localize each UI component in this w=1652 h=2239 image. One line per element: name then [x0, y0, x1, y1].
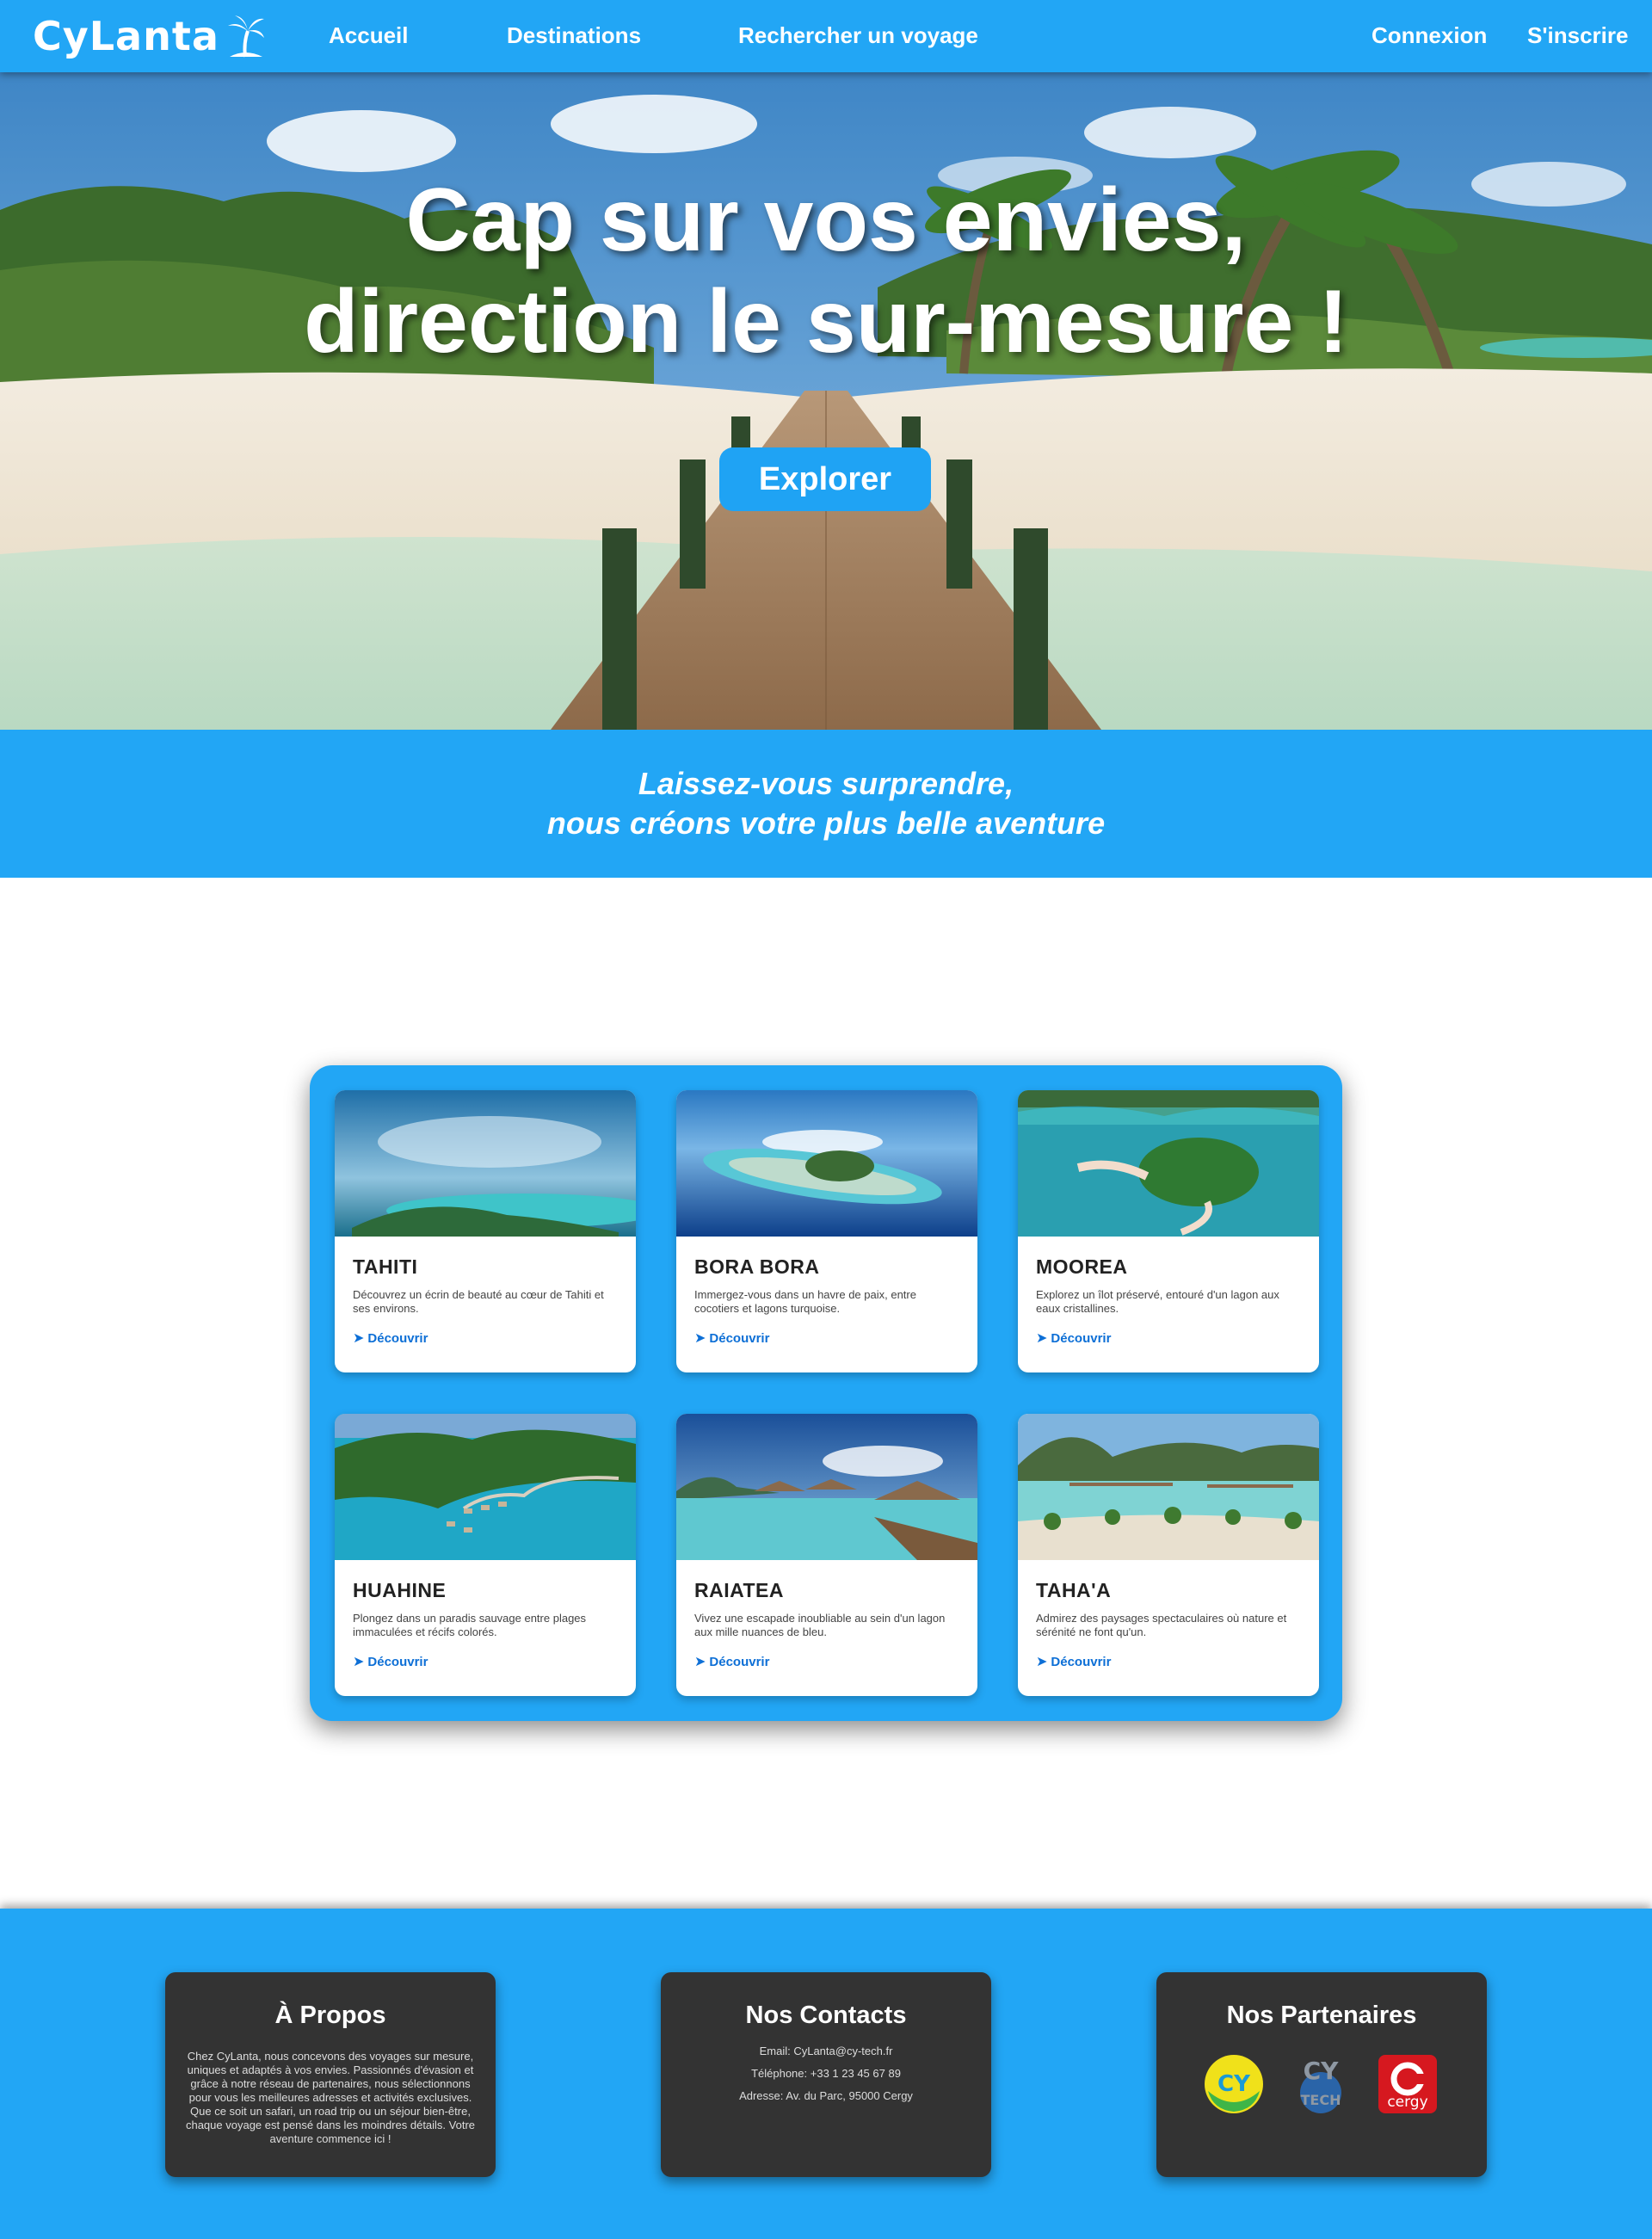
partners-box: Nos Partenaires CY CY TECH cergy [1156, 1972, 1487, 2177]
hero-title-line1: Cap sur vos envies, [405, 170, 1247, 270]
svg-text:TECH: TECH [1301, 2092, 1341, 2108]
contact-email[interactable]: Email: CyLanta@cy-tech.fr [661, 2045, 991, 2057]
discover-link[interactable]: ➤ Découvrir [1036, 1653, 1111, 1670]
contacts-title: Nos Contacts [745, 2002, 907, 2029]
arrow-right-icon: ➤ [694, 1331, 706, 1346]
contact-phone[interactable]: Téléphone: +33 1 23 45 67 89 [661, 2067, 991, 2080]
destination-card-raiatea[interactable]: RAIATEA Vivez une escapade inoubliable a… [676, 1414, 977, 1696]
tahiti-image [335, 1090, 636, 1237]
destination-card-tahiti[interactable]: TAHITI Découvrez un écrin de beauté au c… [335, 1090, 636, 1372]
discover-link-label: Découvrir [1051, 1655, 1112, 1669]
hero-title-line2: direction le sur-mesure ! [304, 272, 1348, 372]
card-description: Explorez un îlot préservé, entouré d'un … [1036, 1288, 1279, 1315]
about-box: À Propos Chez CyLanta, nous concevons de… [165, 1972, 496, 2177]
navbar: CyLanta Accueil Destinations Rechercher … [0, 0, 1652, 72]
explore-button[interactable]: Explorer [719, 447, 931, 511]
nav-link-destinations[interactable]: Destinations [507, 22, 641, 49]
brand-name: CyLanta [33, 13, 219, 59]
svg-text:CY: CY [1217, 2071, 1251, 2097]
discover-link-label: Découvrir [709, 1655, 770, 1669]
cergy-logo[interactable]: cergy [1377, 2053, 1439, 2115]
card-title: TAHITI [353, 1255, 418, 1278]
partners-title: Nos Partenaires [1226, 2002, 1417, 2029]
discover-link[interactable]: ➤ Découvrir [1036, 1329, 1111, 1347]
cy-logo[interactable]: CY [1203, 2053, 1265, 2115]
palm-tree-icon [227, 15, 264, 58]
arrow-right-icon: ➤ [694, 1655, 706, 1669]
tagline-line1: Laissez-vous surprendre, [638, 766, 1014, 801]
signup-link[interactable]: S'inscrire [1527, 22, 1628, 49]
card-title: RAIATEA [694, 1579, 785, 1601]
card-title: HUAHINE [353, 1579, 447, 1601]
huahine-image [335, 1414, 636, 1560]
card-description: Admirez des paysages spectaculaires où n… [1036, 1612, 1287, 1638]
svg-text:CY: CY [1304, 2057, 1340, 2085]
card-description: Découvrez un écrin de beauté au cœur de … [353, 1288, 604, 1315]
cy-tech-logo[interactable]: CY TECH [1290, 2053, 1352, 2115]
moorea-image [1018, 1090, 1319, 1237]
card-description: Vivez une escapade inoubliable au sein d… [694, 1612, 946, 1638]
tagline-banner: Laissez-vous surprendre, nous créons vot… [0, 730, 1652, 878]
raiatea-image [676, 1414, 977, 1560]
discover-link[interactable]: ➤ Découvrir [694, 1653, 769, 1670]
destination-card-bora-bora[interactable]: BORA BORA Immergez-vous dans un havre de… [676, 1090, 977, 1372]
nav-link-accueil[interactable]: Accueil [329, 22, 409, 49]
discover-link-label: Découvrir [1051, 1331, 1112, 1346]
card-description: Plongez dans un paradis sauvage entre pl… [353, 1612, 587, 1638]
card-title: BORA BORA [694, 1255, 820, 1278]
bora-bora-image [676, 1090, 977, 1237]
discover-link[interactable]: ➤ Découvrir [694, 1329, 769, 1347]
discover-link-label: Découvrir [367, 1655, 428, 1669]
footer: À Propos Chez CyLanta, nous concevons de… [0, 1909, 1652, 2239]
arrow-right-icon: ➤ [1036, 1331, 1048, 1346]
card-title: TAHA'A [1036, 1579, 1112, 1601]
about-title: À Propos [274, 2002, 386, 2029]
discover-link[interactable]: ➤ Découvrir [353, 1329, 428, 1347]
contacts-box: Nos Contacts Email: CyLanta@cy-tech.fr T… [661, 1972, 991, 2177]
destination-card-moorea[interactable]: MOOREA Explorez un îlot préservé, entour… [1018, 1090, 1319, 1372]
arrow-right-icon: ➤ [353, 1655, 365, 1669]
discover-link-label: Découvrir [367, 1331, 428, 1346]
discover-link-label: Découvrir [709, 1331, 770, 1346]
nav-link-search-trip[interactable]: Rechercher un voyage [738, 22, 978, 49]
brand-logo[interactable]: CyLanta [33, 10, 266, 62]
arrow-right-icon: ➤ [353, 1331, 365, 1346]
login-link[interactable]: Connexion [1372, 22, 1487, 49]
card-description: Immergez-vous dans un havre de paix, ent… [694, 1288, 916, 1315]
card-title: MOOREA [1036, 1255, 1128, 1278]
contact-address: Adresse: Av. du Parc, 95000 Cergy [739, 2089, 913, 2102]
hero-banner: Cap sur vos envies, direction le sur-mes… [0, 72, 1652, 730]
discover-link[interactable]: ➤ Découvrir [353, 1653, 428, 1670]
tagline-line2: nous créons votre plus belle aventure [546, 805, 1106, 841]
arrow-right-icon: ➤ [1036, 1655, 1048, 1669]
tahaa-image [1018, 1414, 1319, 1560]
about-text: Chez CyLanta, nous concevons des voyages… [185, 2050, 476, 2145]
destination-card-tahaa[interactable]: TAHA'A Admirez des paysages spectaculair… [1018, 1414, 1319, 1696]
destination-card-huahine[interactable]: HUAHINE Plongez dans un paradis sauvage … [335, 1414, 636, 1696]
destinations-panel: TAHITI Découvrez un écrin de beauté au c… [310, 1065, 1342, 1721]
svg-text:cergy: cergy [1387, 2094, 1427, 2111]
